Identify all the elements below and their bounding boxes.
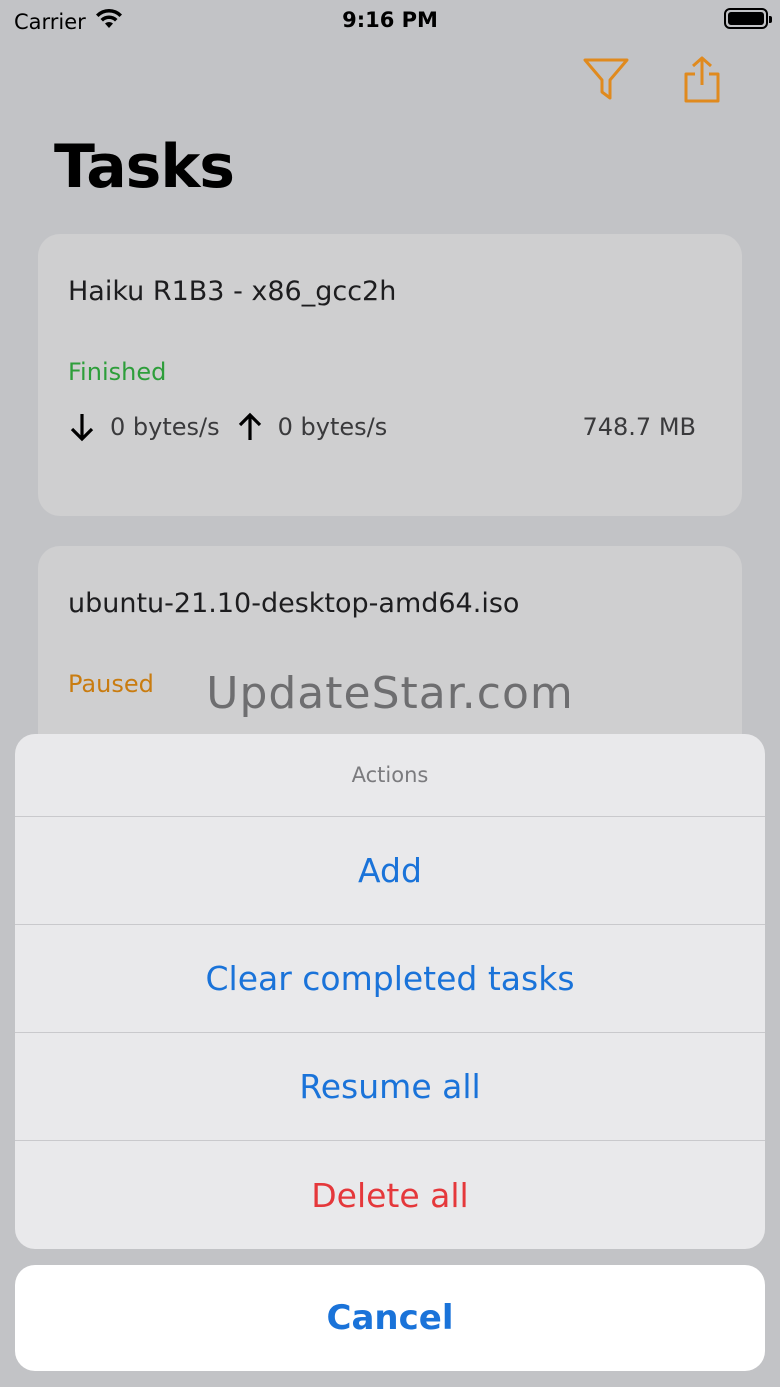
nav-bar-actions xyxy=(582,54,726,106)
upload-arrow-icon xyxy=(236,412,264,442)
filter-icon xyxy=(583,58,629,100)
battery-icon xyxy=(724,8,772,29)
cancel-button[interactable]: Cancel xyxy=(15,1265,765,1371)
page-title: Tasks xyxy=(54,132,235,202)
resume-all-button[interactable]: Resume all xyxy=(15,1033,765,1141)
share-button[interactable] xyxy=(678,54,726,106)
download-arrow-icon xyxy=(68,412,96,442)
download-speed: 0 bytes/s xyxy=(110,413,220,441)
task-name: Haiku R1B3 - x86_gcc2h xyxy=(68,276,397,307)
task-size: 748.7 MB xyxy=(582,413,696,441)
upload-speed: 0 bytes/s xyxy=(277,413,388,441)
action-sheet: Actions Add Clear completed tasks Resume… xyxy=(15,734,765,1249)
clear-completed-tasks-button[interactable]: Clear completed tasks xyxy=(15,925,765,1033)
task-card[interactable]: Haiku R1B3 - x86_gcc2h Finished 0 bytes/… xyxy=(38,234,742,516)
task-name: ubuntu-21.10-desktop-amd64.iso xyxy=(68,588,520,619)
add-button[interactable]: Add xyxy=(15,817,765,925)
action-sheet-title: Actions xyxy=(15,734,765,817)
share-icon xyxy=(684,56,720,103)
delete-all-button[interactable]: Delete all xyxy=(15,1141,765,1249)
task-status: Finished xyxy=(68,358,167,386)
watermark: UpdateStar.com xyxy=(206,668,574,719)
filter-button[interactable] xyxy=(582,54,630,106)
task-speed-row: 0 bytes/s 0 bytes/s 748.7 MB xyxy=(68,412,696,442)
status-time: 9:16 PM xyxy=(342,8,438,32)
status-bar: Carrier 9:16 PM xyxy=(0,0,780,40)
